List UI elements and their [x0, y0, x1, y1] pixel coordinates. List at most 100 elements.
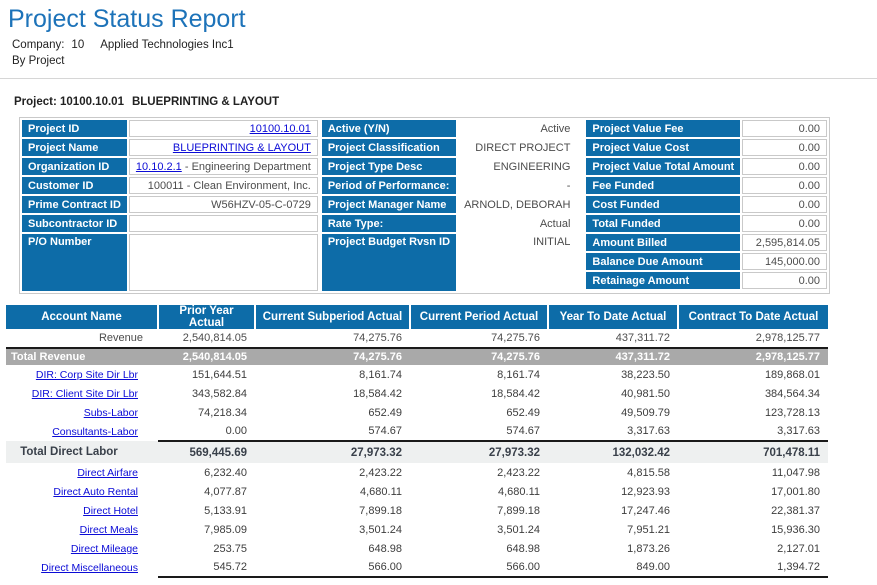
amount-cell: 2,423.22 [410, 463, 548, 482]
detail-row: Project Value Total Amount0.00 [586, 158, 827, 175]
account-link[interactable]: Direct Hotel [83, 505, 138, 517]
amount-cell: 8,161.74 [410, 365, 548, 384]
account-link[interactable]: Direct Mileage [71, 543, 138, 555]
plain-row: Revenue2,540,814.0574,275.7674,275.76437… [6, 329, 828, 348]
detail-label: Rate Type: [322, 215, 456, 232]
detail-label: Project Value Total Amount [586, 158, 740, 175]
amount-cell: 2,423.22 [255, 463, 410, 482]
amount-cell: 38,223.50 [548, 365, 678, 384]
amount-cell: 1,394.72 [678, 558, 828, 577]
account-link[interactable]: DIR: Corp Site Dir Lbr [36, 369, 138, 381]
amount-cell: 1,873.26 [548, 539, 678, 558]
detail-label: Project Manager Name [322, 196, 456, 213]
project-code: Project: 10100.10.01 [14, 96, 124, 108]
detail-label: Project Type Desc [322, 158, 456, 175]
detail-value: 10.10.2.1 - Engineering Department [129, 158, 318, 175]
detail-row: Retainage Amount0.00 [586, 272, 827, 289]
amount-cell: 11,047.98 [678, 463, 828, 482]
detail-row: Active (Y/N)Active [322, 120, 577, 137]
detail-row: Period of Performance:- [322, 177, 577, 194]
account-row: Subs-Labor74,218.34652.49652.4949,509.79… [6, 403, 828, 422]
detail-value: Active [458, 120, 576, 137]
amount-cell: 22,381.37 [678, 501, 828, 520]
amount-cell: 2,978,125.77 [678, 348, 828, 365]
company-line: Company:10Applied Technologies Inc1 [12, 38, 877, 53]
amount-cell: 74,218.34 [158, 403, 255, 422]
account-link[interactable]: Direct Meals [80, 524, 138, 536]
company-name: Applied Technologies Inc1 [100, 39, 233, 51]
account-row: Direct Airfare6,232.402,423.222,423.224,… [6, 463, 828, 482]
amount-cell: 652.49 [410, 403, 548, 422]
detail-label: Balance Due Amount [586, 253, 740, 270]
detail-value: ENGINEERING [458, 158, 576, 175]
amount-cell: 189,868.01 [678, 365, 828, 384]
detail-label: Total Funded [586, 215, 740, 232]
amount-cell: 3,501.24 [410, 520, 548, 539]
account-link[interactable]: Direct Airfare [77, 467, 138, 479]
detail-value-link[interactable]: 10100.10.01 [250, 123, 311, 135]
detail-label: Amount Billed [586, 234, 740, 251]
amount-cell: 12,923.93 [548, 482, 678, 501]
amount-cell: 7,985.09 [158, 520, 255, 539]
detail-value: INITIAL [458, 234, 576, 291]
amount-cell: 7,899.18 [255, 501, 410, 520]
detail-value: BLUEPRINTING & LAYOUT [129, 139, 318, 156]
detail-value [129, 215, 318, 232]
column-header: Prior Year Actual [158, 305, 255, 329]
account-name-cell: Direct Auto Rental [6, 482, 158, 501]
detail-value: ARNOLD, DEBORAH [458, 196, 576, 213]
detail-value: 100011 - Clean Environment, Inc. [129, 177, 318, 194]
account-name-cell: Direct Meals [6, 520, 158, 539]
amount-cell: 4,077.87 [158, 482, 255, 501]
amount-cell: 4,680.11 [255, 482, 410, 501]
detail-row: Project NameBLUEPRINTING & LAYOUT [22, 139, 318, 156]
amount-cell: 15,936.30 [678, 520, 828, 539]
amount-cell: 2,540,814.05 [158, 329, 255, 348]
amount-cell: 648.98 [410, 539, 548, 558]
detail-row: Prime Contract IDW56HZV-05-C-0729 [22, 196, 318, 213]
detail-label: Project Budget Rvsn ID [322, 234, 456, 291]
detail-label: Cost Funded [586, 196, 740, 213]
amount-cell: 74,275.76 [410, 348, 548, 365]
report-grouping: By Project [12, 54, 877, 69]
detail-row: Project Value Fee0.00 [586, 120, 827, 137]
detail-value: Actual [458, 215, 576, 232]
column-header: Current Subperiod Actual [255, 305, 410, 329]
account-name-cell: Direct Airfare [6, 463, 158, 482]
amount-cell: 74,275.76 [410, 329, 548, 348]
account-name-cell: Total Revenue [6, 348, 158, 365]
detail-row: Project Type DescENGINEERING [322, 158, 577, 175]
detail-row: Fee Funded0.00 [586, 177, 827, 194]
account-link[interactable]: DIR: Client Site Dir Lbr [32, 388, 138, 400]
account-name-cell: Direct Hotel [6, 501, 158, 520]
detail-row: Rate Type:Actual [322, 215, 577, 232]
account-link[interactable]: Subs-Labor [84, 407, 138, 419]
column-header: Contract To Date Actual [678, 305, 828, 329]
detail-value-link[interactable]: BLUEPRINTING & LAYOUT [173, 142, 311, 154]
account-link[interactable]: Direct Auto Rental [53, 486, 138, 498]
amount-cell: 574.67 [410, 422, 548, 441]
detail-value: 0.00 [742, 215, 827, 232]
account-link[interactable]: Consultants-Labor [52, 426, 138, 438]
detail-label: Project ID [22, 120, 127, 137]
account-table: Account NamePrior Year ActualCurrent Sub… [6, 305, 828, 579]
account-row: DIR: Corp Site Dir Lbr151,644.518,161.74… [6, 365, 828, 384]
amount-cell: 74,275.76 [255, 348, 410, 365]
detail-label: P/O Number [22, 234, 127, 291]
amount-cell: 8,161.74 [255, 365, 410, 384]
amount-cell: 49,509.79 [548, 403, 678, 422]
detail-label: Prime Contract ID [22, 196, 127, 213]
account-table-header: Account NamePrior Year ActualCurrent Sub… [6, 305, 828, 329]
detail-value: DIRECT PROJECT [458, 139, 576, 156]
project-name: BLUEPRINTING & LAYOUT [132, 96, 279, 108]
amount-cell: 849.00 [548, 558, 678, 577]
amount-cell: 4,680.11 [410, 482, 548, 501]
account-link[interactable]: Direct Miscellaneous [41, 562, 138, 574]
company-code: 10 [71, 39, 84, 51]
page-title: Project Status Report [8, 5, 877, 34]
detail-value-link[interactable]: 10.10.2.1 [136, 161, 182, 173]
amount-cell: 343,582.84 [158, 384, 255, 403]
account-row: Direct Meals7,985.093,501.243,501.247,95… [6, 520, 828, 539]
amount-cell: 17,001.80 [678, 482, 828, 501]
detail-row: Amount Billed2,595,814.05 [586, 234, 827, 251]
